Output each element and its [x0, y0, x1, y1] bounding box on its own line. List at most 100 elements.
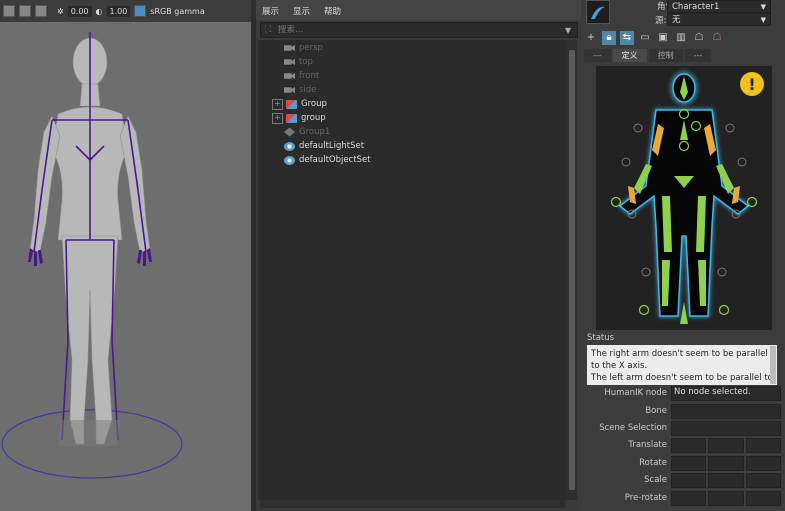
scale-row: Scale	[585, 472, 781, 488]
gamma-field[interactable]: 1.00	[106, 5, 131, 17]
bone-row: Bone	[585, 403, 781, 419]
outliner-item[interactable]: Group1	[272, 125, 330, 139]
scale-y-field[interactable]	[708, 472, 744, 488]
outliner-menubar: 展示 显示 帮助	[256, 0, 581, 20]
character-select-value: Character1	[672, 2, 720, 12]
rotate-y-field[interactable]	[708, 455, 744, 471]
outliner-item[interactable]: + Group	[272, 97, 327, 111]
outliner-item[interactable]: defaultLightSet	[272, 139, 364, 153]
translate-y-field[interactable]	[708, 437, 744, 453]
set-icon	[284, 141, 295, 151]
scene-selection-row: Scene Selection	[585, 420, 781, 436]
humanik-node-field[interactable]: No node selected.	[671, 385, 781, 401]
outliner-item-label: defaultObjectSet	[299, 155, 371, 165]
exposure-field[interactable]: 0.00	[67, 5, 92, 17]
humanik-panel: 角色: Character1 ▼ 源: 无 ▼ + 🔒︎ ⇆ ▭ ▣ ▥ ☖ ☖…	[581, 0, 785, 511]
tab-controls[interactable]: 控制	[648, 49, 683, 62]
tab-more-left[interactable]: ---	[584, 49, 611, 62]
tab-more-right[interactable]: ---	[684, 49, 712, 62]
translate-row: Translate	[585, 437, 781, 453]
color-space-label[interactable]: sRGB gamma	[150, 7, 204, 16]
skeleton-lines	[33, 32, 147, 441]
outliner-item-label: Group1	[299, 127, 331, 137]
outliner-item[interactable]: top	[272, 55, 313, 69]
camera-icon	[284, 86, 295, 94]
status-text-area[interactable]: The right arm doesn't seem to be paralle…	[587, 345, 777, 385]
scale-z-field[interactable]	[745, 472, 781, 488]
expand-icon	[272, 44, 281, 53]
mirror-icon[interactable]: ⇆	[620, 31, 634, 45]
expand-icon[interactable]: +	[272, 98, 283, 110]
prerotate-z-field[interactable]	[745, 490, 781, 506]
camera-icon	[284, 58, 295, 66]
outliner-item[interactable]: front	[272, 69, 319, 83]
viewport-toolbar: ✲ 0.00 ◐ 1.00 sRGB gamma	[0, 0, 251, 22]
3d-viewport[interactable]: ✲ 0.00 ◐ 1.00 sRGB gamma	[0, 0, 251, 511]
outliner-hscrollbar[interactable]	[260, 500, 565, 508]
status-line: to the X axis.	[591, 361, 648, 371]
rotate-x-field[interactable]	[671, 455, 707, 471]
lighting-icon[interactable]	[19, 5, 31, 17]
rotate-z-field[interactable]	[745, 455, 781, 471]
humanik-toolbar: + 🔒︎ ⇆ ▭ ▣ ▥ ☖ ☖	[584, 30, 784, 46]
character-definition-figure[interactable]: !	[596, 66, 772, 330]
delete-icon[interactable]: ▥	[674, 31, 688, 45]
outliner-scroll-thumb[interactable]	[569, 50, 575, 490]
expand-icon[interactable]: +	[272, 112, 283, 124]
outliner-item-label: defaultLightSet	[299, 141, 365, 151]
outliner-list: persp top front side + Group + group Group1 defau…	[258, 40, 568, 500]
scene-selection-field[interactable]	[671, 420, 781, 436]
humanik-tabs: --- 定义 控制 ---	[584, 49, 782, 62]
expand-icon	[272, 128, 281, 137]
scene-selection-label: Scene Selection	[599, 423, 667, 433]
expand-icon	[272, 58, 281, 67]
bone-field[interactable]	[671, 403, 781, 419]
outliner-item[interactable]: defaultObjectSet	[272, 153, 371, 167]
menu-item-display[interactable]: 展示	[262, 5, 279, 17]
translate-z-field[interactable]	[745, 437, 781, 453]
outliner-item-label: top	[299, 57, 313, 67]
search-input[interactable]	[275, 25, 565, 35]
scale-x-field[interactable]	[671, 472, 707, 488]
character-definition-view[interactable]: !	[596, 66, 772, 330]
translate-x-field[interactable]	[671, 437, 707, 453]
expand-icon	[272, 156, 281, 165]
menu-item-show[interactable]: 显示	[293, 5, 310, 17]
status-line: The right arm doesn't seem to be paralle…	[591, 349, 768, 359]
status-scrollbar[interactable]	[770, 346, 776, 384]
camera-icon	[284, 44, 295, 52]
outliner-item[interactable]: persp	[272, 41, 323, 55]
expand-icon	[272, 142, 281, 151]
gamma-icon: ◐	[95, 6, 103, 16]
source-select[interactable]: 无 ▼	[667, 13, 771, 26]
tab-definition[interactable]: 定义	[612, 49, 647, 62]
status-line: The left arm doesn't seem to be parallel…	[591, 373, 773, 383]
save-icon[interactable]: ▣	[656, 31, 670, 45]
body-silhouette	[618, 73, 750, 317]
viewport-scene[interactable]	[0, 0, 251, 511]
outliner-panel: 展示 显示 帮助 ⛶ ▼ persp top front side + Group + gro…	[256, 0, 581, 511]
source-select-value: 无	[672, 15, 681, 25]
prerotate-y-field[interactable]	[708, 490, 744, 506]
lock-icon[interactable]: 🔒︎	[602, 31, 616, 45]
character-select[interactable]: Character1 ▼	[667, 0, 771, 13]
status-label: Status	[587, 333, 615, 343]
outliner-item[interactable]: + group	[272, 111, 326, 125]
outliner-item[interactable]: side	[272, 83, 316, 97]
add-icon[interactable]: +	[584, 31, 598, 45]
search-dropdown-icon[interactable]: ▼	[565, 26, 577, 35]
skeleton-icon[interactable]: ☖	[692, 31, 706, 45]
translate-label: Translate	[628, 440, 667, 450]
outliner-item-label: side	[299, 85, 317, 95]
shading-icon[interactable]	[3, 5, 15, 17]
bone-label: Bone	[645, 406, 667, 416]
prerotate-x-field[interactable]	[671, 490, 707, 506]
folder-open-icon[interactable]: ▭	[638, 31, 652, 45]
source-label: 源:	[655, 16, 667, 26]
display-icon[interactable]	[35, 5, 47, 17]
menu-item-help[interactable]: 帮助	[324, 5, 341, 17]
color-management-icon[interactable]	[134, 5, 147, 17]
character-pose-icon[interactable]: ☖	[710, 31, 724, 45]
group-icon	[286, 113, 297, 123]
joint-icon	[284, 127, 295, 137]
